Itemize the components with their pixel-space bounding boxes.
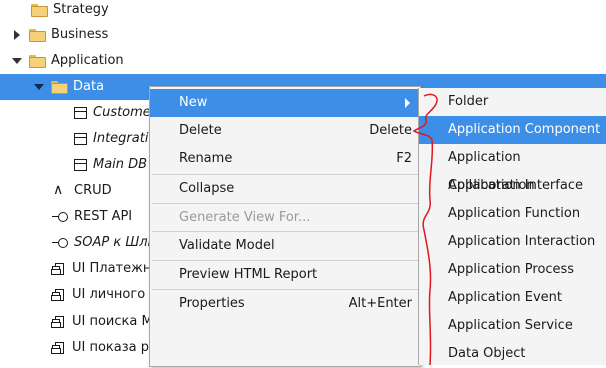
submenu-item-folder[interactable]: Folder	[419, 88, 606, 116]
tree-item-label: Integratio	[93, 131, 157, 146]
menu-item-rename[interactable]: Rename F2	[150, 145, 420, 173]
menu-item-label: Generate View For...	[179, 210, 311, 225]
menu-item-shortcut: F2	[396, 151, 412, 166]
collapse-arrow-icon[interactable]	[33, 81, 45, 93]
submenu-item-application-event[interactable]: Application Event	[419, 284, 606, 312]
application-function-icon	[52, 177, 68, 203]
context-menu: New Delete Delete Rename F2 Collapse Gen…	[149, 86, 421, 367]
submenu-item-label: Application Component	[448, 122, 601, 137]
submenu-item-application-interface[interactable]: Application Interface	[419, 172, 606, 200]
tree-item-label: Application	[51, 53, 124, 68]
tree-item-label: Custome	[93, 105, 151, 120]
menu-item-generate-view: Generate View For...	[150, 204, 420, 232]
menu-item-new[interactable]: New	[150, 89, 420, 117]
submenu-item-label: Folder	[448, 94, 489, 109]
submenu-item-label: Application Service	[448, 318, 573, 333]
menu-item-label: Collapse	[179, 181, 235, 196]
menu-item-collapse[interactable]: Collapse	[150, 175, 420, 203]
application-component-icon	[52, 288, 66, 302]
expand-arrow-icon[interactable]	[11, 29, 23, 41]
menu-item-validate-model[interactable]: Validate Model	[150, 232, 420, 260]
tree-item-label: Strategy	[53, 2, 109, 17]
folder-icon	[29, 29, 46, 42]
submenu-item-label: Application Interface	[448, 178, 583, 193]
application-component-icon	[52, 262, 66, 276]
submenu-item-label: Application Interaction	[448, 234, 596, 249]
menu-item-properties[interactable]: Properties Alt+Enter	[150, 290, 420, 318]
submenu-item-application-service[interactable]: Application Service	[419, 312, 606, 340]
submenu-arrow-icon	[405, 98, 410, 108]
submenu-item-data-object[interactable]: Data Object	[419, 340, 606, 368]
data-object-icon	[74, 107, 87, 119]
tree-item-label: Business	[51, 27, 109, 42]
new-submenu: Folder Application Component Application…	[418, 88, 606, 365]
tree-item-label: SOAP к Шли	[74, 235, 156, 250]
menu-item-preview-html-report[interactable]: Preview HTML Report	[150, 261, 420, 289]
application-interface-icon	[52, 237, 68, 249]
menu-item-label: Delete	[179, 123, 222, 138]
menu-item-shortcut: Delete	[369, 123, 412, 138]
tree-item-label: Data	[73, 79, 105, 94]
tree-item-label: REST API	[74, 209, 133, 224]
menu-item-label: Properties	[179, 296, 245, 311]
application-component-icon	[52, 341, 66, 355]
menu-item-shortcut: Alt+Enter	[348, 296, 412, 311]
submenu-item-label: Application Process	[448, 262, 575, 277]
submenu-item-label: Data Object	[448, 346, 526, 361]
submenu-item-label: Application Function	[448, 206, 581, 221]
tree-item-label: UI Платежн	[72, 261, 152, 276]
folder-icon	[51, 81, 68, 94]
folder-icon	[31, 4, 48, 17]
data-object-icon	[74, 133, 87, 145]
tree-item-label: CRUD	[74, 183, 112, 198]
submenu-item-application-component[interactable]: Application Component	[419, 116, 606, 144]
submenu-item-application-function[interactable]: Application Function	[419, 200, 606, 228]
application-interface-icon	[52, 211, 68, 223]
submenu-item-application-collaboration[interactable]: Application Collaboration	[419, 144, 606, 193]
data-object-icon	[74, 159, 87, 171]
menu-item-delete[interactable]: Delete Delete	[150, 117, 420, 145]
submenu-item-application-interaction[interactable]: Application Interaction	[419, 228, 606, 256]
submenu-item-label: Application Event	[448, 290, 563, 305]
collapse-arrow-icon[interactable]	[11, 55, 23, 67]
menu-item-label: New	[179, 95, 208, 110]
folder-icon	[29, 55, 46, 68]
menu-item-label: Rename	[179, 151, 233, 166]
tree-item-label: Main DB	[93, 157, 148, 172]
menu-item-label: Preview HTML Report	[179, 267, 318, 282]
menu-item-label: Validate Model	[179, 238, 275, 253]
application-component-icon	[52, 315, 66, 329]
tree-item-label: UI личного к	[72, 287, 158, 302]
submenu-item-application-process[interactable]: Application Process	[419, 256, 606, 284]
